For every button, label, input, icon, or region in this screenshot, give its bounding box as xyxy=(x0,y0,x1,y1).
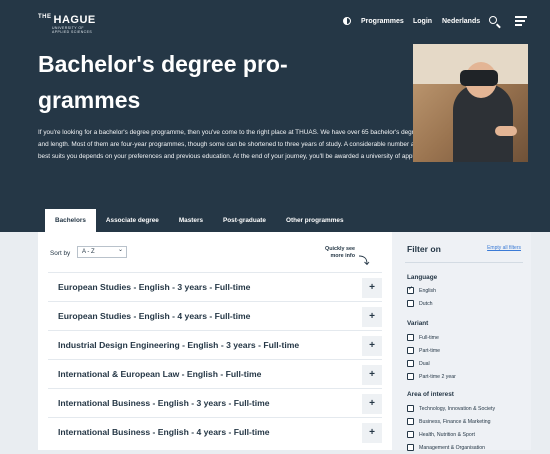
logo-wordmark: THE HAGUE xyxy=(38,14,96,26)
filter-group-language: Language xyxy=(407,274,438,281)
programme-row[interactable]: European Studies - English - 4 years - F… xyxy=(48,301,382,331)
filter-panel: Filter on Empty all filters Language Eng… xyxy=(392,232,531,451)
option-label: English xyxy=(419,288,437,294)
option-label: Technology, Innovation & Society xyxy=(419,406,496,412)
programme-title[interactable]: Industrial Design Engineering - English … xyxy=(58,340,299,350)
programme-row[interactable]: European Studies - English - 3 years - F… xyxy=(48,272,382,302)
search-icon[interactable] xyxy=(489,16,497,24)
programme-row[interactable]: International Business - English - 3 yea… xyxy=(48,388,382,418)
nav-programmes[interactable]: Programmes xyxy=(361,18,404,25)
checkbox[interactable] xyxy=(407,405,414,412)
tab-associate-degree[interactable]: Associate degree xyxy=(96,209,169,232)
filter-divider xyxy=(405,262,523,263)
tab-other-programmes[interactable]: Other programmes xyxy=(276,209,354,232)
contrast-toggle-icon[interactable] xyxy=(343,17,351,25)
option-label: Full-time xyxy=(419,335,439,341)
checkbox[interactable] xyxy=(407,300,414,307)
university-logo[interactable]: THE HAGUE UNIVERSITY OF APPLIED SCIENCES xyxy=(38,14,96,34)
option-label: Dual xyxy=(419,361,430,367)
sort-select[interactable]: A - Z xyxy=(77,245,127,258)
expand-button[interactable]: + xyxy=(362,423,382,443)
tab-masters[interactable]: Masters xyxy=(169,209,213,232)
option-label: Business, Finance & Marketing xyxy=(419,419,491,425)
nav-login[interactable]: Login xyxy=(413,18,432,25)
programme-row[interactable]: Industrial Design Engineering - English … xyxy=(48,330,382,360)
checkbox[interactable] xyxy=(407,373,414,380)
checkbox[interactable] xyxy=(407,347,414,354)
sort-by-label: Sort by xyxy=(50,250,71,257)
expand-button[interactable]: + xyxy=(362,365,382,385)
option-label: Health, Nutrition & Sport xyxy=(419,432,475,438)
programme-type-tabs: Bachelors Associate degree Masters Post-… xyxy=(45,209,354,232)
option-label: Dutch xyxy=(419,301,433,307)
expand-button[interactable]: + xyxy=(362,307,382,327)
filter-group-variant: Variant xyxy=(407,320,429,327)
programme-title[interactable]: International & European Law - English -… xyxy=(58,369,261,379)
programme-title[interactable]: International Business - English - 3 yea… xyxy=(58,398,270,408)
page-title: Bachelor's degree pro-grammes xyxy=(38,51,288,113)
expand-button[interactable]: + xyxy=(362,278,382,298)
empty-all-filters-link[interactable]: Empty all filters xyxy=(487,245,521,251)
tab-post-graduate[interactable]: Post-graduate xyxy=(213,209,276,232)
quick-see-hint: Quickly see more info xyxy=(325,246,355,259)
expand-button[interactable]: + xyxy=(362,336,382,356)
nav-language[interactable]: Nederlands xyxy=(442,18,480,25)
checkbox[interactable] xyxy=(407,334,414,341)
option-label: Part-time xyxy=(419,348,441,354)
programme-title[interactable]: European Studies - English - 4 years - F… xyxy=(58,311,250,321)
filter-group-area-of-interest: Area of interest xyxy=(407,391,454,398)
logo-subtitle-2: APPLIED SCIENCES xyxy=(52,30,93,34)
filter-title: Filter on xyxy=(407,244,441,254)
hamburger-menu-icon[interactable] xyxy=(515,16,527,26)
checkbox[interactable] xyxy=(407,431,414,438)
option-label: Management & Organisation xyxy=(419,445,486,451)
programme-list-panel: Sort by A - Z Quickly see more info Euro… xyxy=(38,232,392,450)
programme-row[interactable]: International Business - English - 4 yea… xyxy=(48,417,382,447)
option-label: Part-time 2 year xyxy=(419,374,456,380)
hero-photo xyxy=(413,44,528,162)
checkbox[interactable] xyxy=(407,418,414,425)
programme-title[interactable]: European Studies - English - 3 years - F… xyxy=(58,282,250,292)
programme-row[interactable]: International & European Law - English -… xyxy=(48,359,382,389)
tab-bachelors[interactable]: Bachelors xyxy=(45,209,96,232)
curved-arrow-icon xyxy=(358,255,370,266)
programme-title[interactable]: International Business - English - 4 yea… xyxy=(58,427,270,437)
checkbox[interactable] xyxy=(407,285,414,294)
checkbox[interactable] xyxy=(407,360,414,367)
expand-button[interactable]: + xyxy=(362,394,382,414)
top-navigation: THE HAGUE UNIVERSITY OF APPLIED SCIENCES … xyxy=(0,0,550,40)
